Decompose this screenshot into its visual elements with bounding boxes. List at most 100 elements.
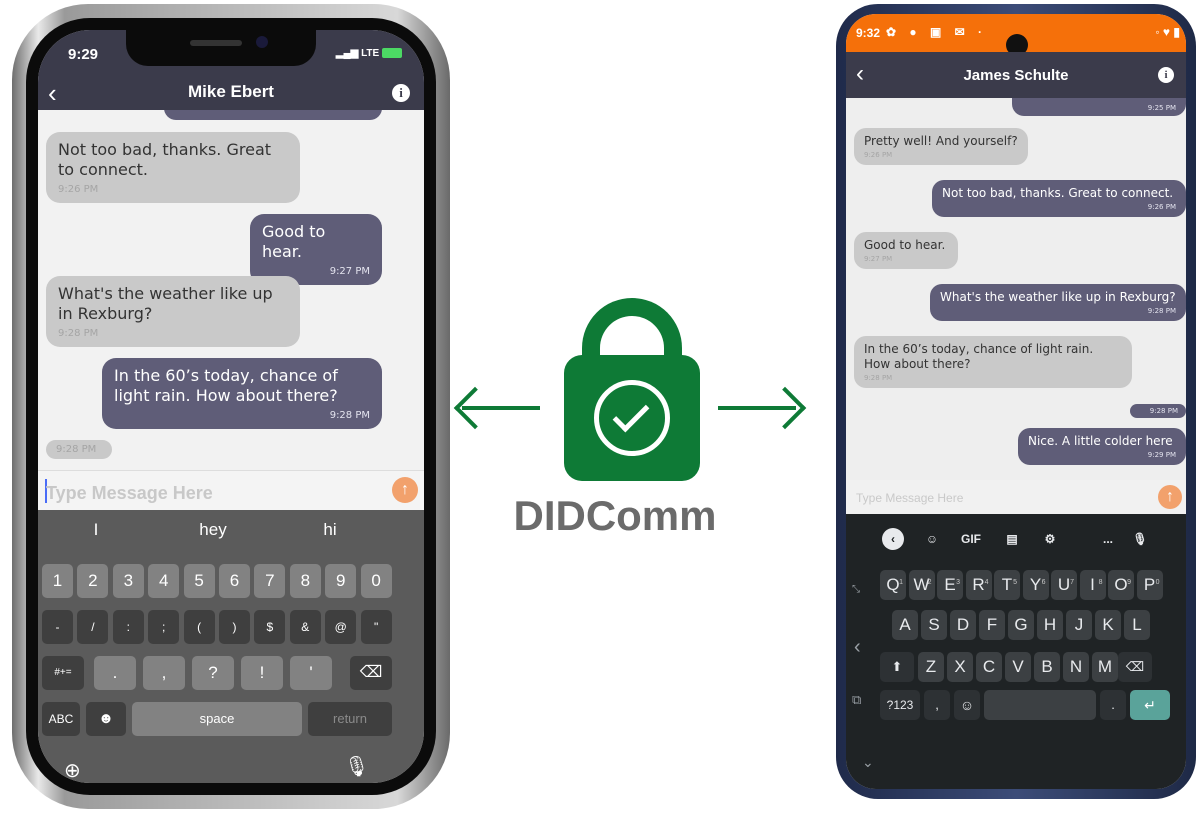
nav-chevron-down-icon[interactable]: ⌄ xyxy=(862,754,874,771)
suggestion-item[interactable]: hey xyxy=(155,520,271,540)
emoji-icon[interactable]: ☺ xyxy=(954,690,980,720)
key-label: D xyxy=(956,615,970,634)
key[interactable]: ? xyxy=(192,656,234,690)
shift-icon[interactable]: ⬆ xyxy=(880,652,914,682)
key[interactable]: ; xyxy=(148,610,180,644)
key[interactable]: D xyxy=(950,610,976,640)
key-comma[interactable]: , xyxy=(924,690,950,720)
more-options-icon[interactable]: ... xyxy=(1096,532,1120,546)
key[interactable]: ' xyxy=(290,656,332,690)
key[interactable]: C xyxy=(976,652,1002,682)
key[interactable]: Y6 xyxy=(1022,570,1049,600)
message-input[interactable]: Type Message Here ↑ xyxy=(846,480,1186,514)
side-chevron-icon[interactable]: ‹ xyxy=(854,636,861,659)
key[interactable]: 3 xyxy=(112,564,144,598)
collapse-chevron-icon[interactable]: ‹ xyxy=(882,528,904,550)
send-arrow-icon[interactable]: ↑ xyxy=(1158,485,1182,509)
key[interactable]: 9 xyxy=(325,564,357,598)
key[interactable]: ( xyxy=(183,610,215,644)
clipboard-icon[interactable]: ▤ xyxy=(1000,532,1024,546)
emoji-icon[interactable]: ☻ xyxy=(86,702,126,736)
suggestion-item[interactable]: hi xyxy=(272,520,388,540)
key[interactable]: 1 xyxy=(42,564,73,598)
android-screen: 9:32 ✿ ● ▣ ✉ · ◦ ♥ ▮ ‹ James Schulte i 9… xyxy=(846,14,1186,789)
key[interactable]: ! xyxy=(241,656,283,690)
key[interactable]: Z xyxy=(918,652,944,682)
message-text: Not too bad, thanks. Great to connect. xyxy=(58,140,272,179)
key[interactable]: O9 xyxy=(1108,570,1134,600)
gboard-keyboard[interactable]: ‹ ☺ GIF ▤ ⚙ ... 🎙︎ ⤡ ‹ ⧉ Q1W2E3R4T5Y6U7I… xyxy=(846,514,1186,789)
key[interactable]: , xyxy=(143,656,185,690)
key-space[interactable]: space xyxy=(132,702,302,736)
microphone-icon[interactable]: 🎙︎ xyxy=(1128,532,1152,546)
info-icon[interactable]: i xyxy=(392,84,410,102)
key[interactable]: H xyxy=(1037,610,1063,640)
key[interactable]: & xyxy=(289,610,321,644)
key[interactable]: L xyxy=(1124,610,1150,640)
backspace-icon[interactable]: ⌫ xyxy=(1118,652,1152,682)
sticker-icon[interactable]: ☺ xyxy=(920,532,944,546)
gif-button[interactable]: GIF xyxy=(956,532,986,546)
key[interactable]: M xyxy=(1092,652,1118,682)
key-return[interactable]: return xyxy=(308,702,392,736)
message-bubble-outgoing: In the 60’s today, chance of light rain.… xyxy=(102,358,382,429)
key[interactable]: T5 xyxy=(994,570,1020,600)
key[interactable]: $ xyxy=(254,610,286,644)
key[interactable]: R4 xyxy=(965,570,992,600)
key-space[interactable] xyxy=(984,690,1096,720)
key[interactable]: A xyxy=(892,610,918,640)
suggestion-item[interactable]: I xyxy=(38,520,154,540)
key[interactable]: W2 xyxy=(908,570,935,600)
key[interactable]: V xyxy=(1005,652,1031,682)
key[interactable]: 8 xyxy=(289,564,321,598)
message-bubble-incoming: Pretty well! And yourself? 9:26 PM xyxy=(854,128,1028,165)
floating-keyboard-icon[interactable]: ⧉ xyxy=(852,692,861,708)
expand-icon[interactable]: ⤡ xyxy=(852,584,860,595)
key[interactable]: I8 xyxy=(1079,570,1106,600)
ios-keyboard[interactable]: I hey hi 1 2 3 4 5 6 7 8 9 0 - /:; () $ & @ " #+= .,?! '… xyxy=(38,510,424,783)
settings-gear-icon[interactable]: ⚙ xyxy=(1038,532,1062,546)
key[interactable]: X xyxy=(947,652,973,682)
key[interactable]: F xyxy=(979,610,1005,640)
key-abc[interactable]: ABC xyxy=(42,702,80,736)
key-period[interactable]: . xyxy=(1100,690,1126,720)
message-list[interactable]: 9:25 PM Pretty well! And yourself? 9:26 … xyxy=(846,98,1186,480)
key[interactable]: ) xyxy=(219,610,250,644)
message-bubble-incoming: Good to hear. 9:27 PM xyxy=(854,232,958,269)
key[interactable]: G xyxy=(1008,610,1034,640)
key[interactable]: K xyxy=(1095,610,1121,640)
key[interactable]: . xyxy=(94,656,136,690)
key[interactable]: B xyxy=(1034,652,1060,682)
globe-icon[interactable]: ⊕ xyxy=(64,758,81,783)
enter-icon[interactable]: ↵ xyxy=(1130,690,1170,720)
key[interactable]: E3 xyxy=(937,570,963,600)
key[interactable]: 6 xyxy=(219,564,250,598)
key[interactable]: P0 xyxy=(1136,570,1163,600)
key[interactable]: @ xyxy=(325,610,357,644)
key[interactable]: " xyxy=(360,610,392,644)
key[interactable]: U7 xyxy=(1051,570,1077,600)
key-label: ; xyxy=(162,620,166,634)
key[interactable]: - xyxy=(42,610,73,644)
send-arrow-icon[interactable]: ↑ xyxy=(392,477,418,503)
key[interactable]: 7 xyxy=(254,564,286,598)
message-time: 9:26 PM xyxy=(864,151,893,159)
key[interactable]: Q1 xyxy=(880,570,906,600)
message-input[interactable]: Type Message Here ↑ xyxy=(38,470,424,510)
message-bubble-outgoing: 9:25 PM xyxy=(1012,98,1186,116)
message-list[interactable]: Not too bad, thanks. Great to connect. 9… xyxy=(38,110,424,470)
key[interactable]: 4 xyxy=(148,564,180,598)
key[interactable]: S xyxy=(921,610,947,640)
key[interactable]: 0 xyxy=(360,564,392,598)
key[interactable]: J xyxy=(1066,610,1092,640)
key[interactable]: / xyxy=(77,610,109,644)
key-more-symbols[interactable]: #+= xyxy=(42,656,84,690)
key[interactable]: 2 xyxy=(77,564,109,598)
microphone-icon[interactable]: 🎙︎ xyxy=(344,754,369,779)
info-icon[interactable]: i xyxy=(1158,67,1174,83)
key-symbols[interactable]: ?123 xyxy=(880,690,920,720)
key[interactable]: 5 xyxy=(183,564,215,598)
key[interactable]: N xyxy=(1063,652,1089,682)
backspace-icon[interactable]: ⌫ xyxy=(350,656,392,690)
key[interactable]: : xyxy=(112,610,144,644)
